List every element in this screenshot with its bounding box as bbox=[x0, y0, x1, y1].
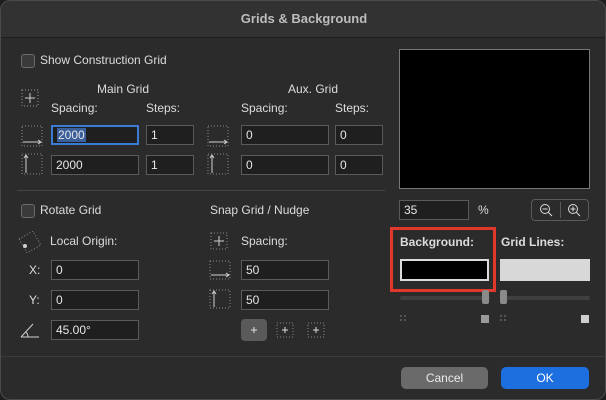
zoom-unit: % bbox=[478, 203, 489, 217]
ok-button[interactable]: OK bbox=[501, 367, 589, 389]
main-h-spacing-input[interactable]: 2000 bbox=[51, 125, 139, 145]
angle-input[interactable]: 45.00° bbox=[51, 320, 139, 340]
zoom-buttons bbox=[531, 199, 589, 221]
angle-icon bbox=[20, 323, 39, 338]
section-divider bbox=[17, 190, 385, 191]
background-opacity-knob[interactable] bbox=[482, 290, 489, 304]
main-h-spacing-value: 2000 bbox=[57, 128, 86, 142]
snap-horizontal-icon bbox=[209, 260, 231, 280]
zoom-out-icon[interactable] bbox=[539, 203, 554, 218]
main-v-spacing-input[interactable]: 2000 bbox=[51, 155, 139, 175]
aux-steps-label: Steps: bbox=[335, 101, 370, 115]
snap-mode-corner-button[interactable] bbox=[272, 319, 298, 341]
grid-low-density-icon bbox=[500, 315, 506, 321]
aux-grid-title: Aux. Grid bbox=[288, 82, 339, 96]
snap-center-icon bbox=[251, 327, 257, 333]
snap-edge-icon bbox=[307, 322, 325, 338]
main-v-steps-input[interactable]: 1 bbox=[146, 155, 194, 175]
show-construction-grid-checkbox[interactable] bbox=[21, 54, 35, 68]
aux-spacing-label: Spacing: bbox=[241, 101, 288, 115]
grid-preview bbox=[399, 49, 590, 189]
x-label: X: bbox=[29, 263, 41, 277]
aux-v-spacing-input[interactable]: 0 bbox=[241, 155, 329, 175]
zoom-divider bbox=[560, 202, 561, 218]
background-label: Background: bbox=[400, 235, 475, 249]
zoom-input[interactable]: 35 bbox=[399, 200, 469, 220]
aux-horizontal-spacing-icon bbox=[207, 125, 229, 147]
snap-grid-title: Snap Grid / Nudge bbox=[210, 203, 310, 217]
snap-h-input[interactable]: 50 bbox=[241, 260, 329, 280]
high-density-icon bbox=[481, 315, 489, 323]
horizontal-spacing-icon bbox=[21, 125, 43, 147]
snap-spacing-label: Spacing: bbox=[241, 234, 288, 248]
snap-mode-edge-button[interactable] bbox=[303, 319, 329, 341]
grid-icon bbox=[21, 89, 39, 107]
grid-lines-label: Grid Lines: bbox=[501, 235, 565, 249]
main-spacing-label: Spacing: bbox=[51, 101, 98, 115]
low-density-icon bbox=[400, 315, 406, 321]
background-color-swatch[interactable] bbox=[400, 259, 489, 281]
dialog-title: Grids & Background bbox=[1, 1, 605, 38]
local-origin-icon bbox=[19, 231, 41, 253]
show-construction-grid-label: Show Construction Grid bbox=[40, 53, 167, 67]
main-h-steps-input[interactable]: 1 bbox=[146, 125, 194, 145]
grid-lines-opacity-knob[interactable] bbox=[500, 290, 507, 304]
main-steps-label: Steps: bbox=[146, 101, 181, 115]
snap-vertical-icon bbox=[209, 289, 231, 309]
cancel-button[interactable]: Cancel bbox=[401, 367, 488, 389]
rotate-grid-checkbox[interactable] bbox=[21, 204, 35, 218]
aux-h-steps-input[interactable]: 0 bbox=[335, 125, 383, 145]
vertical-spacing-icon bbox=[21, 153, 43, 175]
aux-vertical-spacing-icon bbox=[207, 153, 229, 175]
aux-h-spacing-input[interactable]: 0 bbox=[241, 125, 329, 145]
origin-y-input[interactable]: 0 bbox=[51, 290, 139, 310]
grid-lines-opacity-slider[interactable] bbox=[500, 296, 590, 300]
grid-lines-color-swatch[interactable] bbox=[500, 259, 590, 281]
snap-grid-icon bbox=[210, 232, 228, 250]
grid-high-density-icon bbox=[581, 315, 589, 323]
snap-corner-icon bbox=[276, 322, 294, 338]
local-origin-label: Local Origin: bbox=[50, 234, 118, 248]
footer-divider bbox=[1, 356, 605, 357]
snap-mode-center-button[interactable] bbox=[241, 319, 267, 341]
y-label: Y: bbox=[29, 293, 40, 307]
origin-x-input[interactable]: 0 bbox=[51, 260, 139, 280]
main-grid-title: Main Grid bbox=[97, 82, 150, 96]
snap-v-input[interactable]: 50 bbox=[241, 290, 329, 310]
zoom-in-icon[interactable] bbox=[567, 203, 582, 218]
grids-background-dialog: Grids & Background Show Construction Gri… bbox=[0, 0, 606, 400]
aux-v-steps-input[interactable]: 0 bbox=[335, 155, 383, 175]
background-opacity-slider[interactable] bbox=[400, 296, 490, 300]
rotate-grid-label: Rotate Grid bbox=[40, 203, 102, 217]
